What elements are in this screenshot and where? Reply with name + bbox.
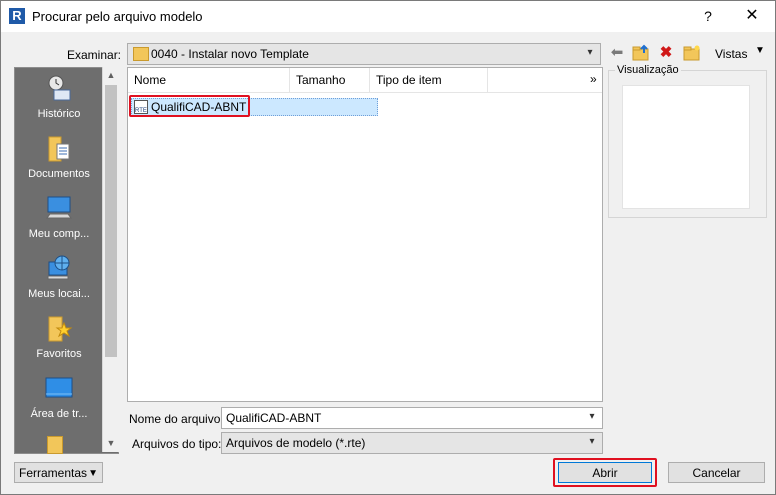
favorites-folder-icon (45, 314, 73, 342)
folder-icon (47, 436, 63, 454)
column-header-type[interactable]: Tipo de item (370, 68, 488, 92)
computer-icon (45, 194, 73, 222)
delete-icon[interactable]: ✖ (657, 44, 675, 62)
network-globe-icon (45, 254, 73, 282)
revit-app-icon: R (9, 8, 25, 24)
desktop-icon (45, 374, 73, 402)
back-arrow-icon[interactable]: ⬅ (608, 44, 626, 62)
new-folder-icon[interactable] (683, 44, 701, 62)
column-header-size[interactable]: Tamanho (290, 68, 370, 92)
window-title: Procurar pelo arquivo modelo (32, 9, 203, 24)
file-type-label: Arquivos do tipo: (132, 437, 222, 451)
place-label: Meus locai... (28, 288, 90, 300)
title-bar: R Procurar pelo arquivo modelo ? ✕ (1, 1, 775, 32)
chevron-down-icon: ▾ (589, 436, 595, 447)
views-chevron-down-icon[interactable]: ▼ (755, 45, 765, 56)
file-highlight-box (129, 95, 250, 117)
file-name-field[interactable]: QualifiCAD-ABNT ▾ (221, 407, 603, 429)
help-button[interactable]: ? (695, 5, 721, 27)
views-menu-label[interactable]: Vistas (715, 47, 747, 61)
preview-label: Visualização (615, 64, 681, 76)
up-folder-icon[interactable] (632, 44, 650, 62)
place-label: Favoritos (36, 348, 82, 360)
cancel-button[interactable]: Cancelar (668, 462, 765, 483)
chevron-down-icon[interactable]: ▼ (103, 435, 119, 451)
tools-button[interactable]: Ferramentas ▼ (14, 462, 103, 483)
places-scrollbar[interactable]: ▲ ▼ (102, 67, 119, 452)
chevron-up-icon[interactable]: ▲ (103, 67, 119, 83)
header-divider (128, 92, 602, 93)
place-documentos[interactable]: Documentos (15, 134, 103, 180)
scroll-thumb[interactable] (105, 85, 117, 357)
look-in-combo[interactable]: 0040 - Instalar novo Template ▾ (127, 43, 601, 65)
file-dialog-window: R Procurar pelo arquivo modelo ? ✕ Exami… (0, 0, 776, 495)
chevron-down-icon: ▾ (587, 47, 593, 58)
place-label: Área de tr... (30, 408, 88, 420)
place-label: Meu comp... (28, 228, 90, 240)
place-historico[interactable]: Histórico (15, 74, 103, 120)
preview-image (622, 85, 750, 209)
place-meus-locais[interactable]: Meus locai... (15, 254, 103, 300)
more-columns-chevron-icon[interactable]: » (590, 72, 597, 86)
close-button[interactable]: ✕ (739, 5, 765, 27)
file-name-label: Nome do arquivo: (129, 412, 224, 426)
look-in-value: 0040 - Instalar novo Template (151, 47, 309, 61)
chevron-down-icon: ▼ (88, 468, 98, 479)
history-icon (45, 74, 73, 102)
column-header-name[interactable]: Nome (128, 68, 290, 92)
documents-folder-icon (45, 134, 73, 162)
open-highlight-box (553, 458, 657, 487)
tools-label: Ferramentas (19, 466, 88, 480)
file-type-value: Arquivos de modelo (*.rte) (226, 436, 366, 450)
folder-icon (133, 47, 149, 61)
place-area-de-trabalho[interactable]: Área de tr... (15, 374, 103, 420)
look-in-label: Examinar: (67, 48, 122, 62)
file-list[interactable]: Nome Tamanho Tipo de item » RTE QualifiC… (127, 67, 603, 402)
chevron-down-icon[interactable]: ▾ (585, 410, 599, 424)
place-label: Histórico (37, 108, 81, 120)
place-favoritos[interactable]: Favoritos (15, 314, 103, 360)
file-name-value: QualifiCAD-ABNT (226, 411, 322, 425)
file-type-select[interactable]: Arquivos de modelo (*.rte) ▾ (221, 432, 603, 454)
place-label: Documentos (28, 168, 90, 180)
place-meu-computador[interactable]: Meu comp... (15, 194, 103, 240)
